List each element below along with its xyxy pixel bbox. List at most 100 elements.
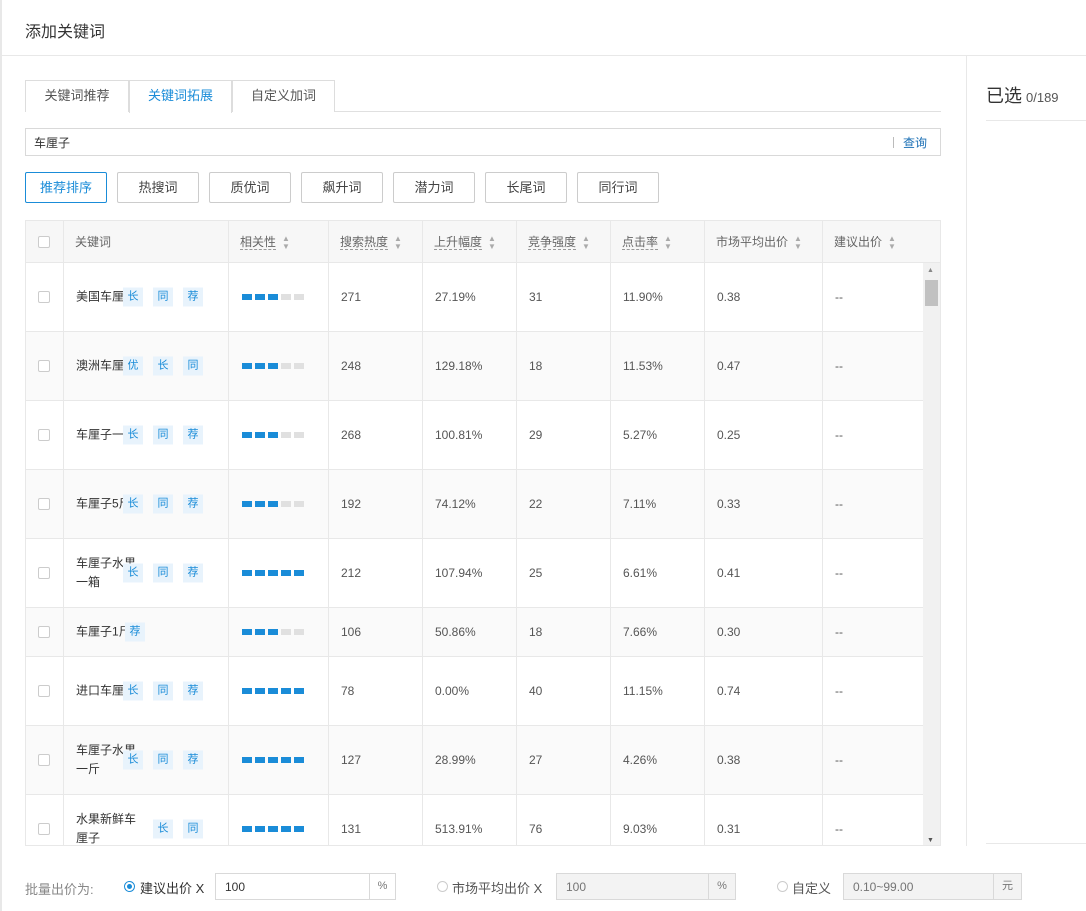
filter-hot-search[interactable]: 热搜词 xyxy=(117,172,199,203)
filter-long-tail[interactable]: 长尾词 xyxy=(485,172,567,203)
search-heat-value-cell: 78 xyxy=(329,657,423,725)
sort-icon[interactable]: ▲ ▼ xyxy=(394,234,402,251)
competition-value-cell: 31 xyxy=(517,263,611,331)
suggest-bid-value: -- xyxy=(835,290,843,304)
keyword-tag: 同 xyxy=(153,494,173,514)
table-row[interactable]: 车厘子一箱长同荐 268 100.81% 29 5.27% 0.25 -- xyxy=(26,401,923,470)
row-checkbox[interactable] xyxy=(38,567,50,579)
relevance-bar xyxy=(242,432,252,438)
keyword-tags: 长同荐 xyxy=(123,563,213,583)
table-row[interactable]: 车厘子水果一斤长同荐 127 28.99% 27 4.26% 0.38 -- xyxy=(26,726,923,795)
suggest-bid-percent-input[interactable] xyxy=(215,873,370,900)
row-checkbox[interactable] xyxy=(38,626,50,638)
row-checkbox[interactable] xyxy=(38,685,50,697)
market-avg-bid-input[interactable] xyxy=(556,873,709,900)
relevance-meter xyxy=(242,826,307,832)
left-edge xyxy=(0,0,2,911)
relevance-meter xyxy=(242,432,307,438)
filter-quality[interactable]: 质优词 xyxy=(209,172,291,203)
relevance-bar xyxy=(255,501,265,507)
relevance-bar xyxy=(268,688,278,694)
keyword-tag: 长 xyxy=(153,819,173,839)
row-checkbox-cell xyxy=(26,657,64,725)
relevance-bar xyxy=(294,294,304,300)
table-row[interactable]: 美国车厘子长同荐 271 27.19% 31 11.90% 0.38 -- xyxy=(26,263,923,332)
header-suggest-bid[interactable]: 建议出价 ▲ ▼ xyxy=(823,221,940,263)
scroll-up-icon[interactable]: ▲ xyxy=(927,267,934,274)
competition-value: 29 xyxy=(529,428,543,442)
keyword-tag: 荐 xyxy=(183,750,203,770)
header-keyword: 关键词 xyxy=(64,221,229,263)
row-checkbox[interactable] xyxy=(38,291,50,303)
keyword-tags: 长同荐 xyxy=(123,494,213,514)
relevance-cell xyxy=(229,795,329,845)
rise-value: 28.99% xyxy=(435,753,476,767)
table-row[interactable]: 水果新鲜车厘子长同 131 513.91% 76 9.03% 0.31 -- xyxy=(26,795,923,845)
radio-suggest-bid[interactable] xyxy=(124,881,135,892)
select-all-checkbox[interactable] xyxy=(38,236,50,248)
keyword-tag: 荐 xyxy=(183,287,203,307)
header-ctr[interactable]: 点击率 ▲ ▼ xyxy=(611,221,705,263)
table-scrollbar[interactable]: ▲ ▼ xyxy=(923,263,940,845)
radio-market-avg-bid[interactable] xyxy=(437,881,448,892)
suggest-bid-value: -- xyxy=(835,684,843,698)
ctr-value-cell: 11.90% xyxy=(611,263,705,331)
tab-custom-keyword[interactable]: 自定义加词 xyxy=(232,80,335,112)
header-search-heat[interactable]: 搜索热度 ▲ ▼ xyxy=(329,221,423,263)
scroll-down-icon[interactable]: ▼ xyxy=(927,837,934,844)
relevance-meter xyxy=(242,363,307,369)
ctr-value-cell: 7.66% xyxy=(611,608,705,656)
radio-custom-bid[interactable] xyxy=(777,881,788,892)
filter-rising[interactable]: 飙升词 xyxy=(301,172,383,203)
row-checkbox-cell xyxy=(26,608,64,656)
suggest-bid-value-cell: -- xyxy=(823,657,923,725)
row-checkbox-cell xyxy=(26,539,64,607)
scroll-thumb[interactable] xyxy=(925,280,938,306)
table-row[interactable]: 车厘子1斤荐 106 50.86% 18 7.66% 0.30 -- xyxy=(26,608,923,657)
market-avg-bid-unit: % xyxy=(709,873,736,900)
search-bar: 查询 xyxy=(25,128,941,156)
sort-icon[interactable]: ▲ ▼ xyxy=(664,234,672,251)
filter-competitor[interactable]: 同行词 xyxy=(577,172,659,203)
row-checkbox[interactable] xyxy=(38,429,50,441)
competition-value-cell: 40 xyxy=(517,657,611,725)
relevance-bar xyxy=(268,432,278,438)
sort-icon[interactable]: ▲ ▼ xyxy=(582,234,590,251)
row-checkbox[interactable] xyxy=(38,498,50,510)
suggest-bid-label: 建议出价 X xyxy=(140,881,205,896)
search-input[interactable] xyxy=(34,134,884,150)
table-row[interactable]: 车厘子5斤长同荐 192 74.12% 22 7.11% 0.33 -- xyxy=(26,470,923,539)
table-row[interactable]: 车厘子水果一箱长同荐 212 107.94% 25 6.61% 0.41 -- xyxy=(26,539,923,608)
filter-recommend-sort[interactable]: 推荐排序 xyxy=(25,172,107,203)
search-button[interactable]: 查询 xyxy=(903,134,927,151)
table-row[interactable]: 进口车厘子长同荐 78 0.00% 40 11.15% 0.74 -- xyxy=(26,657,923,726)
suggest-bid-value: -- xyxy=(835,428,843,442)
relevance-bar xyxy=(294,629,304,635)
row-checkbox[interactable] xyxy=(38,360,50,372)
competition-value: 31 xyxy=(529,290,543,304)
row-checkbox[interactable] xyxy=(38,754,50,766)
header-relevance[interactable]: 相关性 ▲ ▼ xyxy=(229,221,329,263)
keyword-cell: 车厘子一箱长同荐 xyxy=(64,401,229,469)
sort-icon[interactable]: ▲ ▼ xyxy=(794,234,802,251)
row-checkbox-cell xyxy=(26,263,64,331)
table-row[interactable]: 澳洲车厘子优长同 248 129.18% 18 11.53% 0.47 -- xyxy=(26,332,923,401)
header-avg-bid[interactable]: 市场平均出价 ▲ ▼ xyxy=(705,221,823,263)
custom-bid-input[interactable] xyxy=(843,873,994,900)
keyword-tag: 长 xyxy=(123,563,143,583)
sort-icon[interactable]: ▲ ▼ xyxy=(488,234,496,251)
sort-icon[interactable]: ▲ ▼ xyxy=(282,234,290,251)
header-rise[interactable]: 上升幅度 ▲ ▼ xyxy=(423,221,517,263)
avg-bid-value-cell: 0.31 xyxy=(705,795,823,845)
relevance-bar xyxy=(268,294,278,300)
sort-icon[interactable]: ▲ ▼ xyxy=(888,234,896,251)
filter-potential[interactable]: 潜力词 xyxy=(393,172,475,203)
tab-keyword-recommend[interactable]: 关键词推荐 xyxy=(25,80,129,112)
tab-keyword-expand[interactable]: 关键词拓展 xyxy=(129,80,232,113)
keyword-tag: 同 xyxy=(153,750,173,770)
custom-bid-unit: 元 xyxy=(994,873,1022,900)
relevance-bar xyxy=(294,432,304,438)
header-competition[interactable]: 竞争强度 ▲ ▼ xyxy=(517,221,611,263)
suggest-bid-value-cell: -- xyxy=(823,470,923,538)
row-checkbox[interactable] xyxy=(38,823,50,835)
